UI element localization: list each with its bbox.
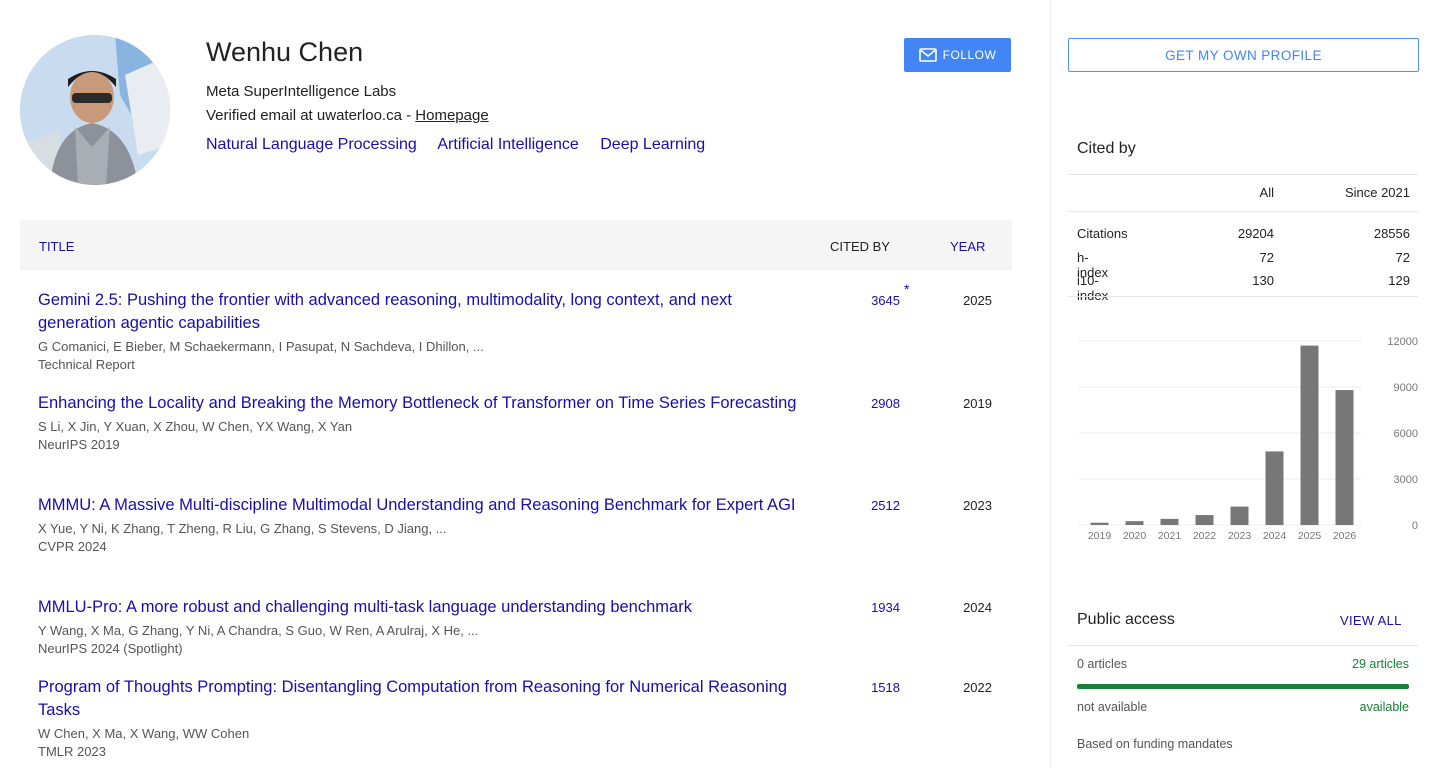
stats-all-value: 29204 xyxy=(1237,226,1274,241)
merged-citations-star[interactable]: * xyxy=(904,281,909,297)
table-row: MMMU: A Massive Multi-discipline Multimo… xyxy=(38,494,1008,556)
cited-by-count[interactable]: 2512 xyxy=(850,498,900,513)
not-available-count[interactable]: 0 articles xyxy=(1077,657,1127,671)
follow-button[interactable]: FOLLOW xyxy=(904,38,1011,72)
chart-bar-2021[interactable] xyxy=(1160,518,1179,525)
divider xyxy=(1068,645,1418,646)
article-year: 2022 xyxy=(963,680,992,695)
available-label: available xyxy=(1359,700,1409,714)
y-tick-label: 3000 xyxy=(1394,474,1418,486)
research-interests: Natural Language Processing Artificial I… xyxy=(206,136,722,154)
stats-since-value: 72 xyxy=(1395,250,1410,265)
interest-link-ai[interactable]: Artificial Intelligence xyxy=(437,136,578,153)
cited-by-count[interactable]: 1934 xyxy=(850,600,900,615)
stats-label: Citations xyxy=(1077,226,1128,241)
article-venue: NeurIPS 2024 (Spotlight) xyxy=(38,641,183,656)
article-title-link[interactable]: Gemini 2.5: Pushing the frontier with ad… xyxy=(38,289,808,335)
funding-mandates-note: Based on funding mandates xyxy=(1077,737,1233,751)
profile-affiliation: Meta SuperIntelligence Labs xyxy=(206,83,397,100)
stats-since-value: 129 xyxy=(1388,273,1410,288)
articles-table-header: TITLE CITED BY YEAR xyxy=(20,220,1012,270)
chart-bar-2025[interactable] xyxy=(1300,345,1319,525)
stats-header-since: Since 2021 xyxy=(1344,185,1410,200)
y-tick-label: 6000 xyxy=(1394,428,1418,440)
table-row: Gemini 2.5: Pushing the frontier with ad… xyxy=(38,281,1008,374)
article-title-link[interactable]: MMMU: A Massive Multi-discipline Multimo… xyxy=(38,494,808,517)
article-authors: Y Wang, X Ma, G Zhang, Y Ni, A Chandra, … xyxy=(38,623,479,638)
article-title-link[interactable]: MMLU-Pro: A more robust and challenging … xyxy=(38,596,808,619)
cited-by-count[interactable]: 1518 xyxy=(850,680,900,695)
x-tick-label: 2019 xyxy=(1088,530,1112,542)
stats-all-value: 130 xyxy=(1252,273,1274,288)
x-tick-label: 2020 xyxy=(1123,530,1147,542)
available-count[interactable]: 29 articles xyxy=(1352,657,1409,671)
chart-bar-2023[interactable] xyxy=(1230,506,1249,525)
article-year: 2023 xyxy=(963,498,992,513)
verified-email-text: Verified email at uwaterloo.ca - xyxy=(206,107,416,124)
stats-since-value: 28556 xyxy=(1373,226,1410,241)
divider xyxy=(1068,174,1418,175)
mail-icon xyxy=(918,48,937,62)
avatar-photo xyxy=(20,35,170,185)
sort-by-year[interactable]: YEAR xyxy=(950,239,985,254)
chart-bar-2026[interactable] xyxy=(1335,390,1354,525)
profile-email: Verified email at uwaterloo.ca - Homepag… xyxy=(206,107,489,124)
chart-bar-2024[interactable] xyxy=(1265,451,1284,525)
article-authors: W Chen, X Ma, X Wang, WW Cohen xyxy=(38,726,250,741)
profile-avatar xyxy=(20,35,170,185)
public-access-title: Public access xyxy=(1077,611,1175,628)
chart-bar-2020[interactable] xyxy=(1125,521,1144,525)
divider xyxy=(1068,211,1418,212)
cited-by-title: Cited by xyxy=(1077,140,1136,157)
y-tick-label: 9000 xyxy=(1394,382,1418,394)
article-authors: G Comanici, E Bieber, M Schaekermann, I … xyxy=(38,339,484,354)
stats-label: i10-index xyxy=(1077,273,1109,303)
article-authors: X Yue, Y Ni, K Zhang, T Zheng, R Liu, G … xyxy=(38,521,447,536)
y-tick-label: 12000 xyxy=(1387,336,1418,348)
article-title-link[interactable]: Program of Thoughts Prompting: Disentang… xyxy=(38,676,808,722)
interest-link-nlp[interactable]: Natural Language Processing xyxy=(206,136,417,153)
table-row: Program of Thoughts Prompting: Disentang… xyxy=(38,676,1008,761)
stats-all-value: 72 xyxy=(1259,250,1274,265)
article-authors: S Li, X Jin, Y Xuan, X Zhou, W Chen, YX … xyxy=(38,419,353,434)
article-year: 2025 xyxy=(963,293,992,308)
x-tick-label: 2022 xyxy=(1193,530,1217,542)
follow-button-label: FOLLOW xyxy=(942,48,997,62)
public-access-progress-bar xyxy=(1077,684,1409,689)
chart-bar-2022[interactable] xyxy=(1195,515,1214,525)
column-divider xyxy=(1050,0,1051,768)
y-tick-label: 0 xyxy=(1412,520,1418,532)
x-tick-label: 2026 xyxy=(1333,530,1357,542)
cited-by-count[interactable]: 2908 xyxy=(850,396,900,411)
view-all-link[interactable]: VIEW ALL xyxy=(1340,613,1402,628)
chart-bar-2019[interactable] xyxy=(1090,522,1109,525)
sort-by-title[interactable]: TITLE xyxy=(39,239,74,254)
citations-per-year-chart: 12000 9000 6000 3000 0 2019 2020 2021 2022 2023 20… xyxy=(1078,336,1418,542)
public-access-status: not available available xyxy=(1077,700,1409,714)
stats-header-all: All xyxy=(1259,185,1274,200)
interest-link-dl[interactable]: Deep Learning xyxy=(600,136,705,153)
x-tick-label: 2023 xyxy=(1228,530,1252,542)
article-venue: NeurIPS 2019 xyxy=(38,437,120,452)
article-year: 2019 xyxy=(963,396,992,411)
profile-name: Wenhu Chen xyxy=(206,37,364,67)
table-row: MMLU-Pro: A more robust and challenging … xyxy=(38,596,1008,658)
table-row: Enhancing the Locality and Breaking the … xyxy=(38,392,1008,454)
x-tick-label: 2025 xyxy=(1298,530,1322,542)
get-my-own-profile-button[interactable]: GET MY OWN PROFILE xyxy=(1068,38,1419,72)
divider xyxy=(1068,296,1418,297)
not-available-label: not available xyxy=(1077,700,1148,714)
public-access-counts: 0 articles 29 articles xyxy=(1077,657,1409,671)
article-year: 2024 xyxy=(963,600,992,615)
article-venue: Technical Report xyxy=(38,357,135,372)
x-tick-label: 2021 xyxy=(1158,530,1182,542)
column-cited-by: CITED BY xyxy=(830,239,890,254)
homepage-link[interactable]: Homepage xyxy=(415,107,488,124)
x-tick-label: 2024 xyxy=(1263,530,1287,542)
article-venue: TMLR 2023 xyxy=(38,744,106,759)
article-venue: CVPR 2024 xyxy=(38,539,107,554)
cited-by-count[interactable]: 3645 xyxy=(850,293,900,308)
article-title-link[interactable]: Enhancing the Locality and Breaking the … xyxy=(38,392,808,415)
